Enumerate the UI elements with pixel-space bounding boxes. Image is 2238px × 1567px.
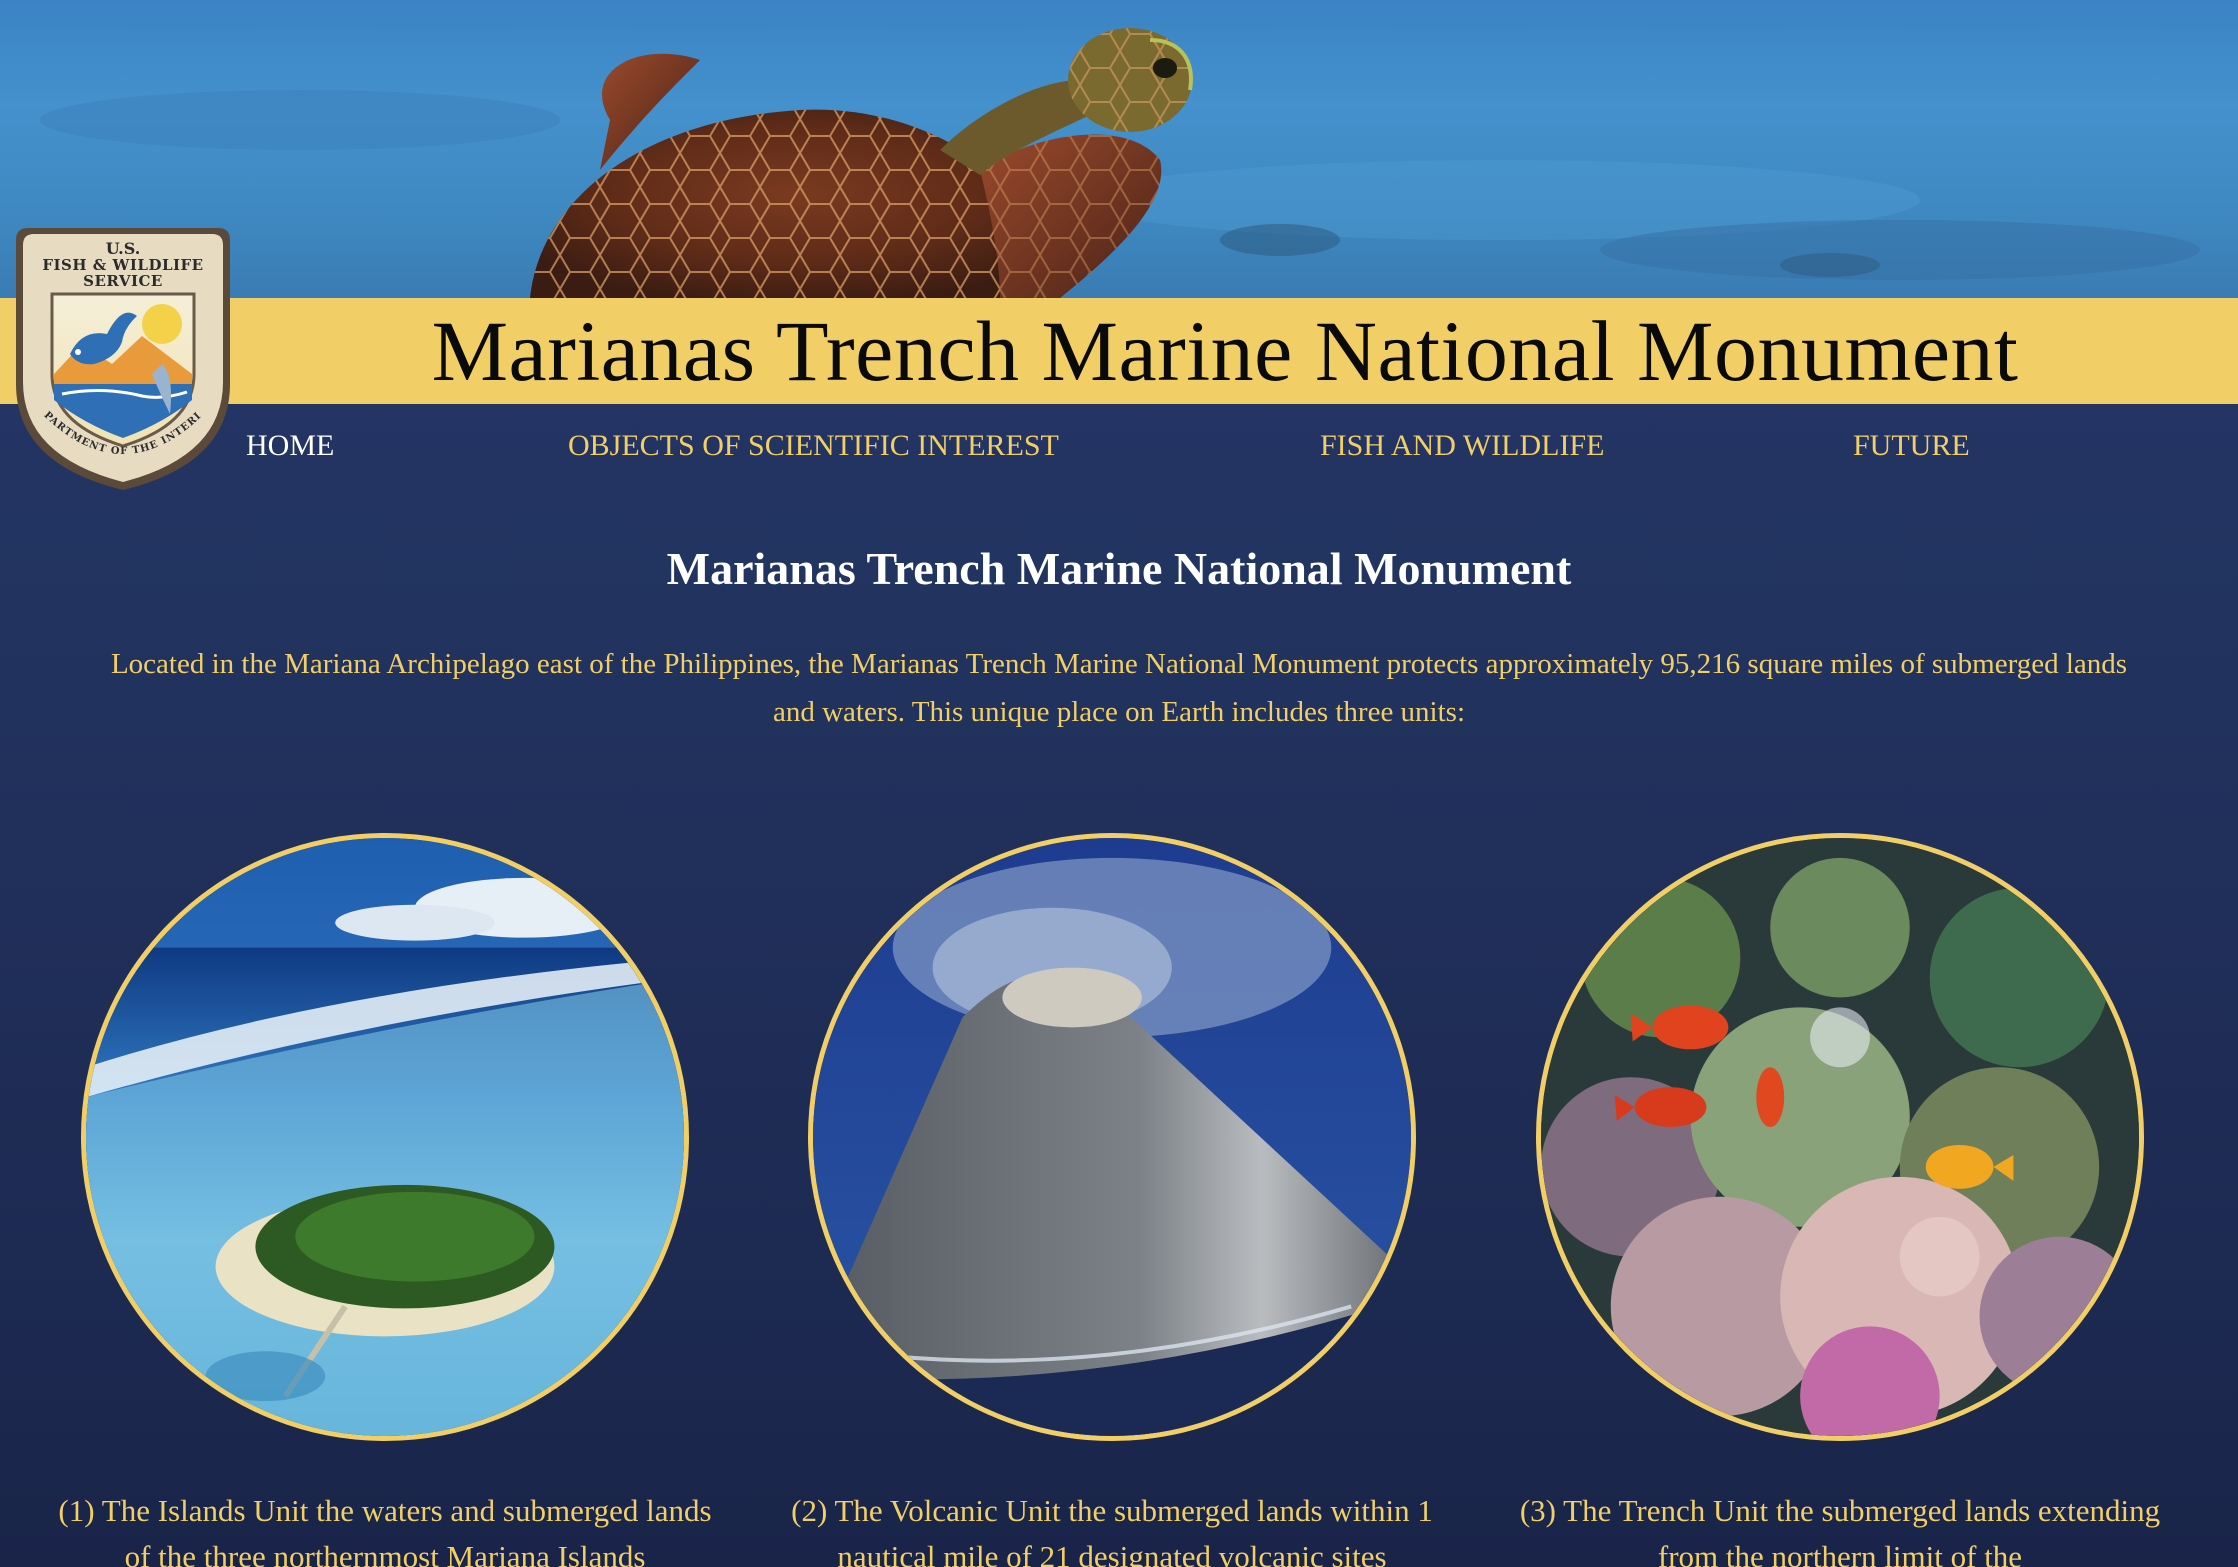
volcanic-unit-image[interactable] [808,833,1416,1441]
islands-unit-image[interactable] [81,833,689,1441]
sea-turtle-photo [40,28,2200,298]
volcanic-unit-caption: (2) The Volcanic Unit the submerged land… [791,1493,1433,1567]
nav-objects-of-scientific-interest[interactable]: OBJECTS OF SCIENTIFIC INTEREST [568,429,1059,463]
page-title: Marianas Trench Marine National Monument [666,543,1572,594]
page: Marianas Trench Marine National Monument [0,0,2238,1567]
hero-banner [0,0,2238,298]
main-nav: HOME OBJECTS OF SCIENTIFIC INTEREST FISH… [0,404,2238,494]
nav-future[interactable]: FUTURE [1853,429,1970,463]
intro-text: Located in the Mariana Archipelago east … [110,648,2128,728]
trench-unit-caption: (3) The Trench Unit the submerged lands … [1519,1493,2161,1567]
trench-unit-image[interactable] [1536,833,2144,1441]
site-title: Marianas Trench Marine National Monument [431,303,2019,399]
nav-home[interactable]: HOME [246,429,334,463]
nav-fish-and-wildlife[interactable]: FISH AND WILDLIFE [1320,429,1604,463]
islands-unit-caption: (1) The Islands Unit the waters and subm… [58,1493,712,1567]
logo-line-3: SERVICE [83,272,163,290]
